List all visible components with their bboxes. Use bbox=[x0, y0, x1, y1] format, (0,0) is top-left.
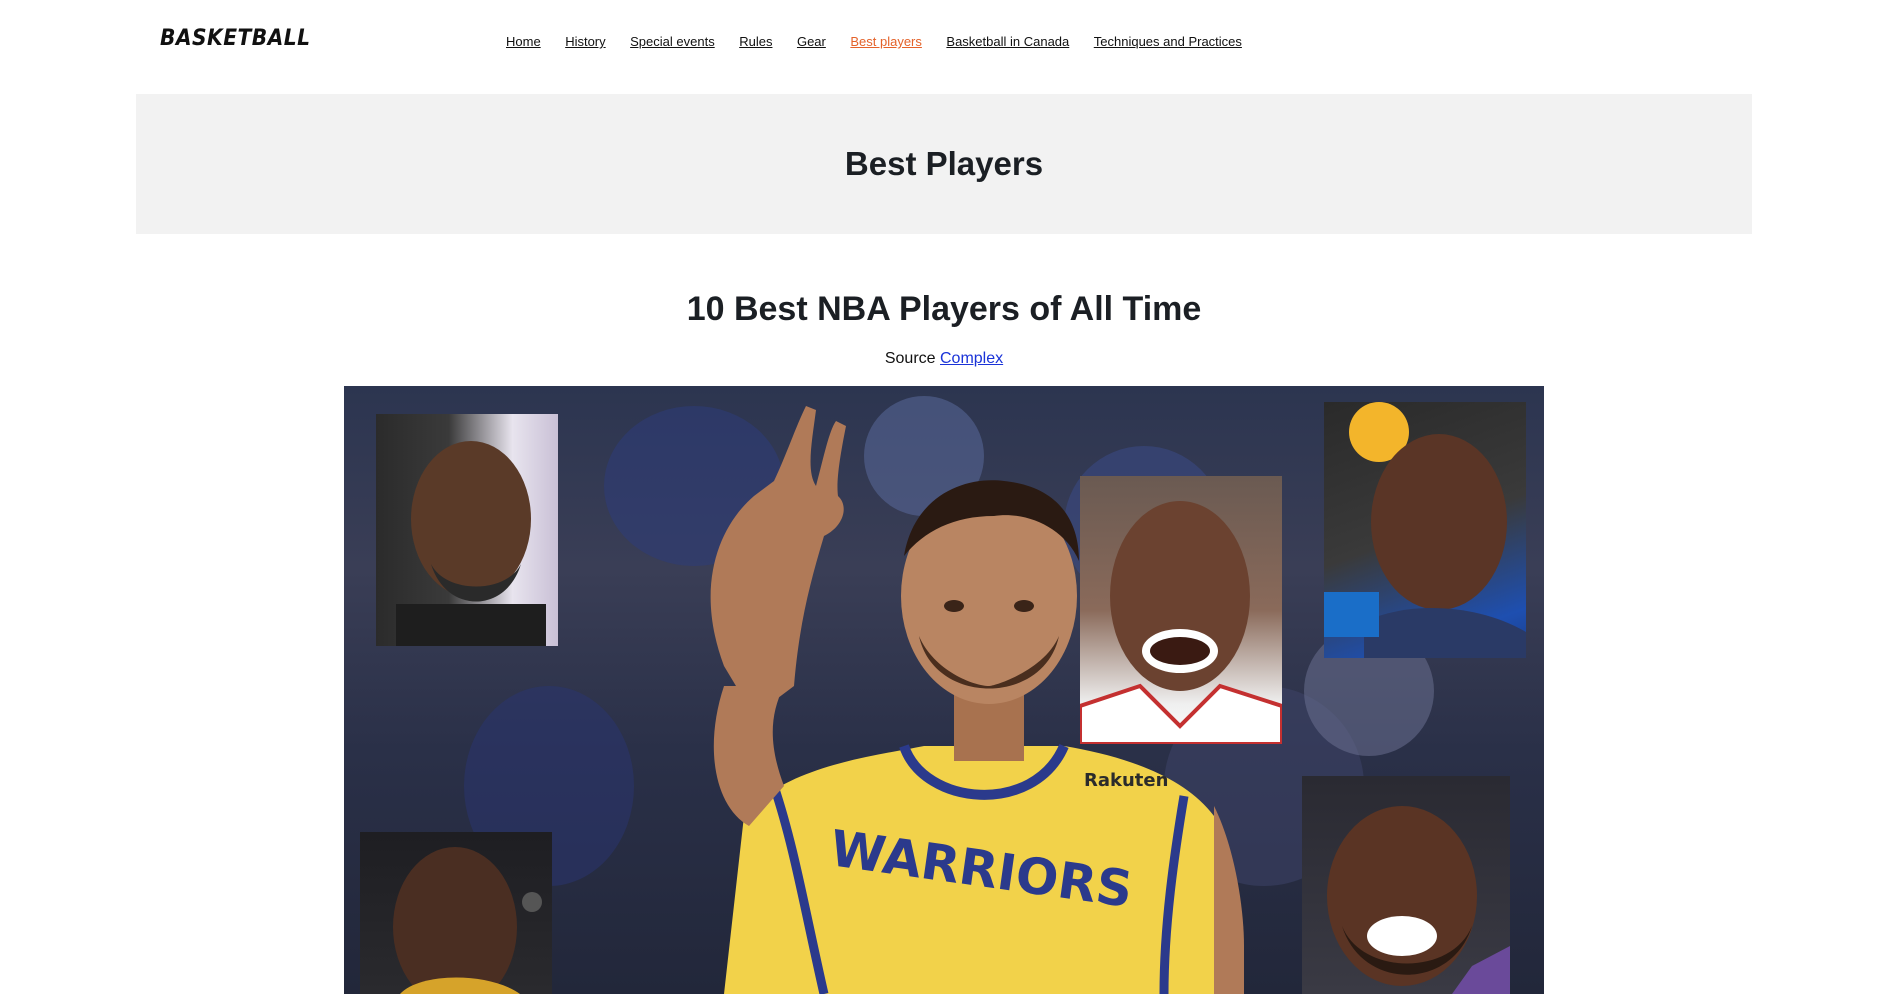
player-portrait-5 bbox=[360, 832, 552, 994]
player-portrait-2-icon bbox=[1080, 501, 1282, 744]
nav-special-events[interactable]: Special events bbox=[630, 34, 715, 49]
player-portrait-3 bbox=[1324, 402, 1526, 658]
nav-gear[interactable]: Gear bbox=[797, 34, 826, 49]
page-hero: Best Players bbox=[136, 94, 1752, 234]
nav-home[interactable]: Home bbox=[506, 34, 541, 49]
page-title: Best Players bbox=[844, 145, 1044, 182]
source-label: Source bbox=[884, 350, 936, 367]
player-portrait-4 bbox=[1302, 776, 1510, 994]
player-portrait-3-icon bbox=[1324, 402, 1526, 658]
nav-best-players[interactable]: Best players bbox=[850, 34, 922, 49]
players-collage-image: WARRIORS Rakuten bbox=[344, 386, 1544, 994]
nav-techniques-and-practices[interactable]: Techniques and Practices bbox=[1094, 34, 1242, 49]
article-heading: 10 Best NBA Players of All Time bbox=[686, 290, 1202, 328]
player-portrait-1-icon bbox=[396, 441, 546, 646]
player-portrait-1 bbox=[376, 414, 558, 646]
jersey-sponsor: Rakuten bbox=[1084, 770, 1168, 791]
nav-basketball-in-canada[interactable]: Basketball in Canada bbox=[946, 34, 1069, 49]
nav-rules[interactable]: Rules bbox=[739, 34, 772, 49]
site-logo[interactable]: BASKETBALL bbox=[160, 26, 310, 51]
player-portrait-2 bbox=[1080, 476, 1282, 744]
source-line: Source Complex bbox=[0, 350, 1888, 368]
player-portrait-4-icon bbox=[1327, 806, 1510, 994]
source-link[interactable]: Complex bbox=[940, 350, 1003, 367]
nav-history[interactable]: History bbox=[565, 34, 605, 49]
site-header: BASKETBALL Home History Special events R… bbox=[0, 0, 1888, 94]
player-portrait-5-icon bbox=[393, 847, 542, 994]
main-nav: Home History Special events Rules Gear B… bbox=[506, 34, 1266, 49]
